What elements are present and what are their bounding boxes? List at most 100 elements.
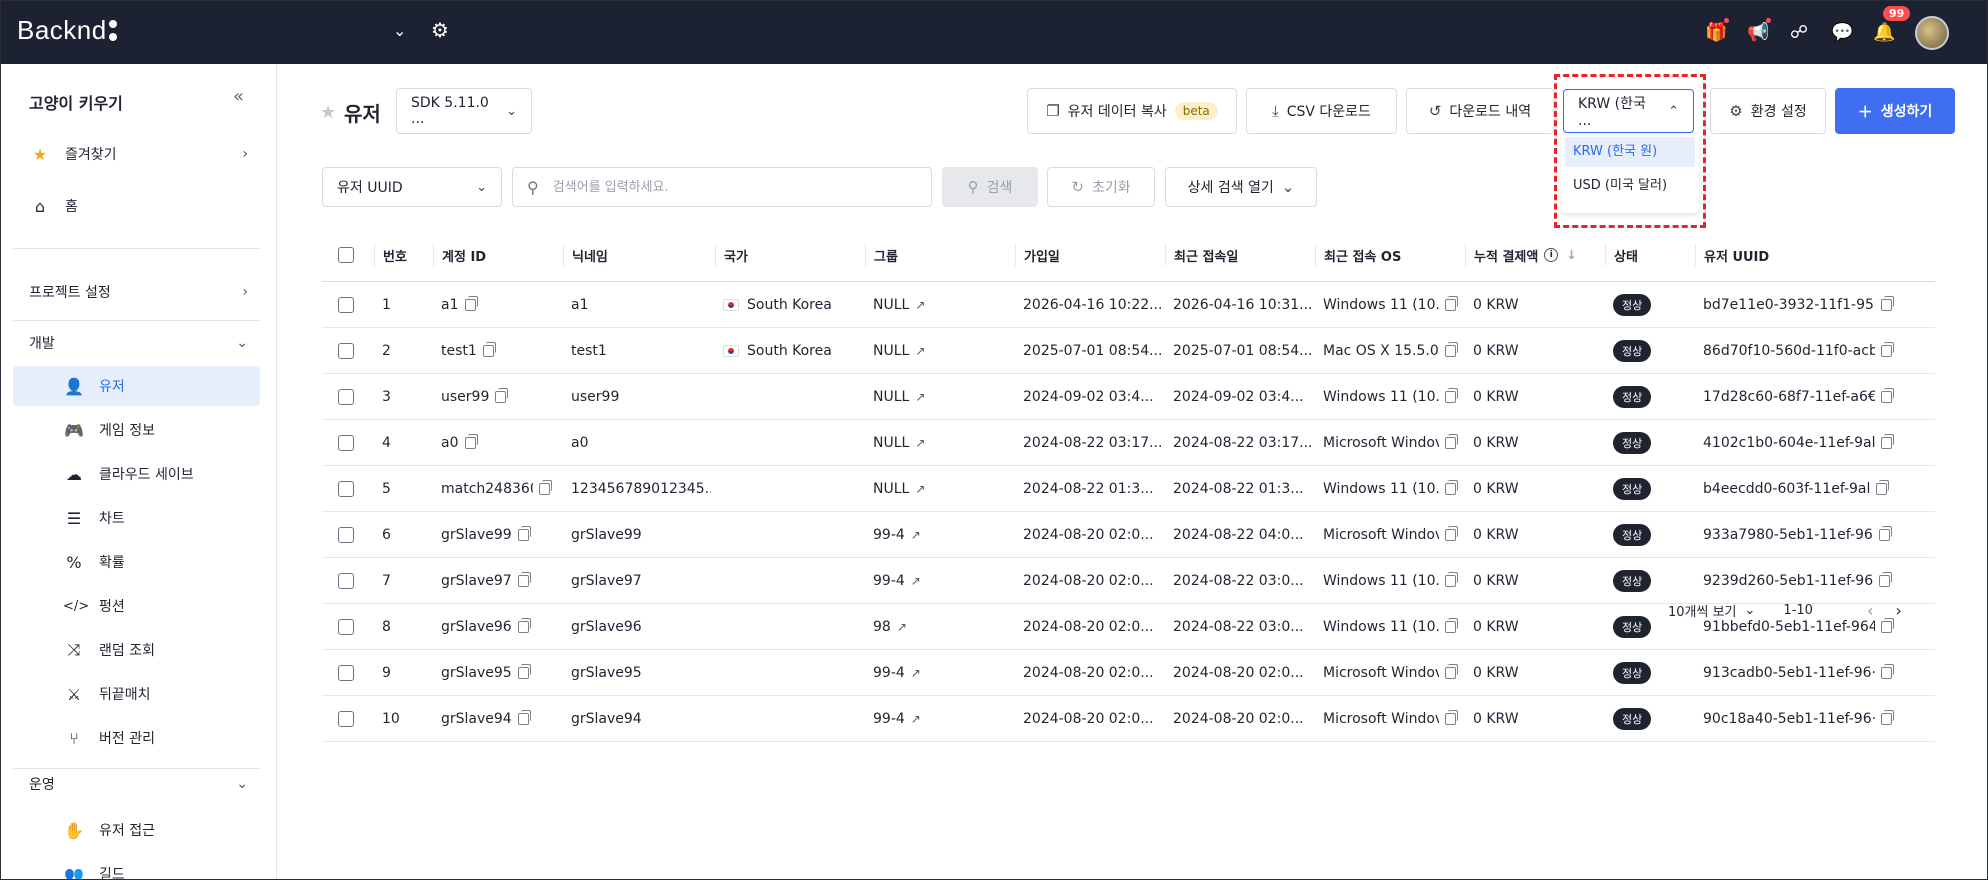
external-link-icon[interactable]: ↗ (915, 344, 925, 358)
csv-download-button[interactable]: ⤓ CSV 다운로드 (1246, 88, 1397, 134)
row-checkbox[interactable] (338, 710, 354, 727)
advanced-search-button[interactable]: 상세 검색 열기 ⌄ (1165, 167, 1317, 207)
table-row[interactable]: 9 grSlave95 grSlave95 99-4 ↗ 2024-08-20 0… (322, 650, 1935, 696)
currency-option-krw[interactable]: KRW (한국 원) (1565, 137, 1695, 167)
sidebar-section-ops[interactable]: 운영 ⌄ (13, 764, 260, 804)
row-checkbox[interactable] (338, 618, 354, 635)
chat-icon[interactable]: 💬 (1831, 22, 1853, 43)
copy-icon[interactable] (1881, 295, 1894, 311)
copy-icon[interactable] (517, 709, 531, 725)
table-row[interactable]: 3 user99 user99 NULL ↗ 2024-09-02 03:4...… (322, 374, 1935, 420)
bell-icon[interactable]: 🔔 99 (1873, 6, 1911, 43)
row-checkbox[interactable] (338, 388, 354, 405)
row-checkbox[interactable] (338, 342, 354, 359)
copy-icon[interactable] (517, 571, 531, 587)
search-input[interactable] (552, 179, 893, 195)
copy-icon[interactable] (1879, 571, 1893, 587)
row-checkbox[interactable] (338, 664, 354, 681)
copy-icon[interactable] (1444, 341, 1458, 357)
sidebar-item-match[interactable]: ⚔ 뒤끝매치 (13, 674, 260, 714)
copy-icon[interactable] (1445, 571, 1458, 587)
external-link-icon[interactable]: ↗ (911, 712, 921, 726)
copy-icon[interactable] (517, 617, 531, 633)
sort-arrow-icon[interactable]: ↓ (1566, 248, 1576, 262)
copy-icon[interactable] (1445, 387, 1458, 403)
favorite-star-icon[interactable]: ★ (320, 102, 336, 123)
copy-icon[interactable] (1445, 525, 1458, 541)
sidebar-item-game-info[interactable]: 🎮 게임 정보 (13, 410, 260, 450)
table-row[interactable]: 5 match248360 123456789012345... NULL ↗ 2… (322, 466, 1935, 512)
row-checkbox[interactable] (338, 526, 354, 543)
info-icon[interactable]: i (1544, 248, 1559, 262)
row-checkbox[interactable] (338, 296, 354, 313)
select-all-checkbox[interactable] (338, 246, 354, 263)
external-link-icon[interactable]: ↗ (915, 390, 925, 404)
external-link-icon[interactable]: ↗ (897, 620, 907, 634)
sidebar-item-random[interactable]: ⤨ 랜덤 조회 (13, 630, 260, 670)
sidebar-item-function[interactable]: </> 펑션 (13, 586, 260, 626)
copy-icon[interactable] (464, 295, 478, 311)
collapse-sidebar-icon[interactable]: « (233, 86, 244, 107)
sidebar-item-favorites[interactable]: ★ 즐겨찾기 › (13, 134, 260, 174)
search-field-select[interactable]: 유저 UUID ⌄ (322, 167, 502, 207)
sidebar-section-project-settings[interactable]: 프로젝트 설정 › (13, 272, 260, 312)
currency-select[interactable]: KRW (한국 ... ⌃ (1563, 89, 1694, 133)
table-row[interactable]: 4 a0 a0 NULL ↗ 2024-08-22 03:17... 2024-0… (322, 420, 1935, 466)
project-switch-chevron-icon[interactable]: ⌄ (393, 21, 406, 40)
prev-page-icon[interactable]: ‹ (1867, 601, 1873, 620)
download-history-button[interactable]: ↺ 다운로드 내역 (1406, 88, 1554, 134)
sidebar-section-dev[interactable]: 개발 ⌄ (13, 323, 260, 363)
external-link-icon[interactable]: ↗ (911, 574, 921, 588)
copy-icon[interactable] (1881, 433, 1894, 449)
col-paid-header[interactable]: 누적 결제액 i ↓ (1465, 244, 1576, 266)
copy-icon[interactable] (1445, 433, 1458, 449)
next-page-icon[interactable]: › (1895, 601, 1901, 620)
copy-icon[interactable] (482, 341, 496, 357)
copy-icon[interactable] (464, 433, 478, 449)
create-button[interactable]: ＋ 생성하기 (1835, 88, 1955, 134)
copy-icon[interactable] (1881, 387, 1894, 403)
sidebar-item-guild[interactable]: 👥 길드 (13, 854, 260, 880)
sidebar-item-cloud-save[interactable]: ☁ 클라우드 세이브 (13, 454, 260, 494)
copy-user-data-button[interactable]: ❐ 유저 데이터 복사 beta (1027, 88, 1237, 134)
copy-icon[interactable] (1881, 617, 1894, 633)
copy-icon[interactable] (1445, 295, 1458, 311)
sidebar-item-home[interactable]: ⌂ 홈 (13, 186, 260, 226)
avatar[interactable] (1915, 15, 1949, 50)
copy-icon[interactable] (1878, 525, 1892, 541)
megaphone-icon[interactable]: 📢 (1747, 18, 1771, 43)
sidebar-item-probability[interactable]: % 확률 (13, 542, 260, 582)
row-checkbox[interactable] (338, 572, 354, 589)
copy-icon[interactable] (517, 525, 531, 541)
external-link-icon[interactable]: ↗ (915, 436, 925, 450)
table-row[interactable]: 2 test1 test1 South Korea NULL ↗ 2025-07-… (322, 328, 1935, 374)
settings-button[interactable]: ⚙ 환경 설정 (1710, 88, 1826, 134)
external-link-icon[interactable]: ↗ (911, 528, 921, 542)
reset-button[interactable]: ↻ 초기화 (1047, 167, 1155, 207)
gear-icon[interactable]: ⚙ (431, 18, 449, 42)
table-row[interactable]: 7 grSlave97 grSlave97 99-4 ↗ 2024-08-20 0… (322, 558, 1935, 604)
sidebar-item-version[interactable]: ⑂ 버전 관리 (13, 718, 260, 758)
copy-icon[interactable] (1881, 663, 1894, 679)
per-page-select[interactable]: 10개씩 보기 ⌄ (1668, 601, 1755, 620)
table-row[interactable]: 10 grSlave94 grSlave94 99-4 ↗ 2024-08-20 … (322, 696, 1935, 742)
external-link-icon[interactable]: ↗ (915, 482, 925, 496)
row-checkbox[interactable] (338, 434, 354, 451)
gift-icon[interactable]: 🎁 (1705, 18, 1729, 43)
copy-icon[interactable] (1876, 479, 1890, 495)
search-button[interactable]: ⚲ 검색 (942, 167, 1038, 207)
table-row[interactable]: 1 a1 a1 South Korea NULL ↗ 2026-04-16 10:… (322, 282, 1935, 328)
row-checkbox[interactable] (338, 480, 354, 497)
external-link-icon[interactable]: ↗ (915, 298, 925, 312)
sidebar-item-chart[interactable]: ☰ 차트 (13, 498, 260, 538)
support-icon[interactable]: ☍ (1789, 22, 1809, 43)
table-row[interactable]: 6 grSlave99 grSlave99 99-4 ↗ 2024-08-20 0… (322, 512, 1935, 558)
copy-icon[interactable] (495, 387, 509, 403)
copy-icon[interactable] (1881, 341, 1894, 357)
copy-icon[interactable] (539, 479, 552, 495)
external-link-icon[interactable]: ↗ (911, 666, 921, 680)
copy-icon[interactable] (1445, 479, 1458, 495)
sidebar-item-user-access[interactable]: ✋ 유저 접근 (13, 810, 260, 850)
copy-icon[interactable] (517, 663, 531, 679)
copy-icon[interactable] (1445, 709, 1458, 725)
